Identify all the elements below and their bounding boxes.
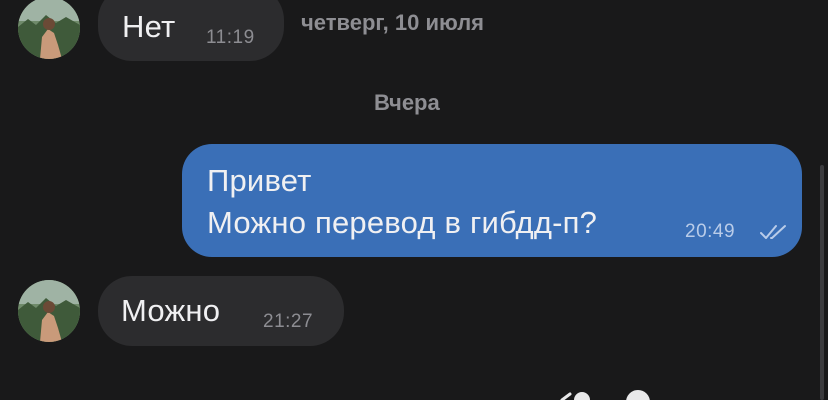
message-text: Можно bbox=[121, 293, 221, 328]
message-time: 21:27 bbox=[263, 311, 314, 332]
avatar-photo-icon bbox=[18, 0, 80, 59]
partial-sticker-icon bbox=[560, 390, 650, 400]
message-bubble-incoming[interactable]: Можно 21:27 bbox=[98, 276, 344, 346]
avatar-photo-icon bbox=[18, 280, 80, 342]
contact-avatar[interactable] bbox=[18, 0, 80, 59]
message-text: Нет bbox=[122, 9, 176, 44]
contact-avatar[interactable] bbox=[18, 280, 80, 342]
chat-message-list[interactable]: Нет 11:19 четверг, 10 июля Вчера Привет … bbox=[0, 0, 828, 400]
message-bubble-outgoing[interactable]: Привет Можно перевод в гибдд-п? 20:49 bbox=[182, 144, 802, 257]
sticky-date-header: четверг, 10 июля bbox=[301, 10, 485, 35]
double-check-icon bbox=[760, 225, 786, 239]
message-bubble-incoming[interactable]: Нет 11:19 bbox=[98, 0, 284, 61]
message-time: 20:49 bbox=[685, 221, 736, 242]
message-text-line-1: Привет bbox=[207, 163, 312, 198]
message-time: 11:19 bbox=[206, 27, 255, 48]
message-text-line-2: Можно перевод в гибдд-п? bbox=[207, 205, 598, 240]
scrollbar[interactable] bbox=[820, 165, 824, 400]
date-separator: Вчера bbox=[374, 90, 440, 115]
